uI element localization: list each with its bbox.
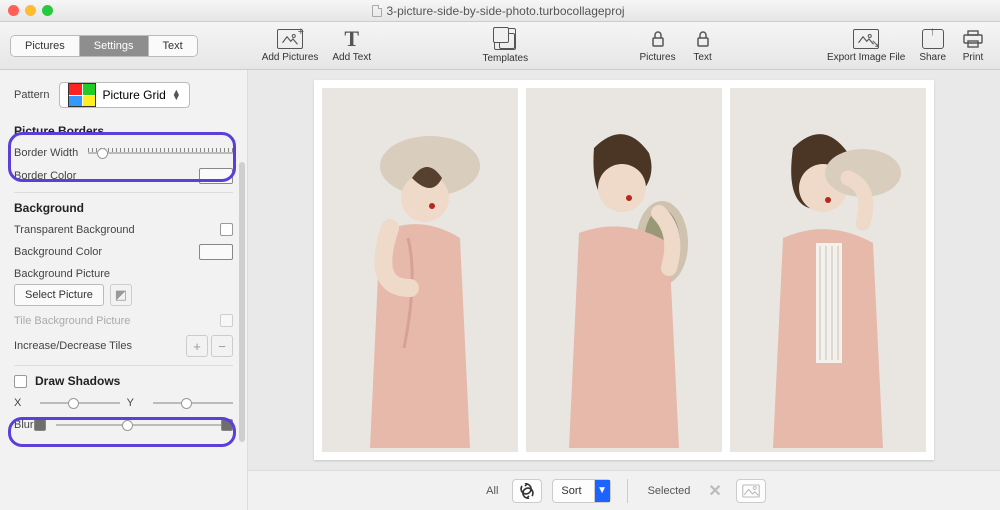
- filename-label: 3-picture-side-by-side-photo.turbocollag…: [386, 4, 624, 18]
- close-window-button[interactable]: [8, 5, 19, 16]
- canvas-area: All Sort ▼ Selected ✕: [248, 70, 1000, 510]
- shuffle-icon: [519, 483, 535, 499]
- pattern-grid-icon: [68, 83, 96, 107]
- footer-selected-label: Selected: [644, 485, 695, 497]
- tile-bg-label: Tile Background Picture: [14, 315, 130, 327]
- shadow-to-swatch[interactable]: [221, 419, 233, 431]
- picture-borders-section: Picture Borders Border Width Border Colo…: [0, 118, 247, 450]
- window-titlebar: 3-picture-side-by-side-photo.turbocollag…: [0, 0, 1000, 22]
- chevron-updown-icon: ▲▼: [172, 90, 181, 100]
- minimize-window-button[interactable]: [25, 5, 36, 16]
- shadow-blur-slider[interactable]: [56, 418, 221, 432]
- border-width-slider[interactable]: [88, 146, 233, 160]
- templates-label: Templates: [483, 53, 529, 64]
- increase-tiles-button[interactable]: +: [186, 335, 208, 357]
- shadow-blur-thumb[interactable]: [122, 420, 133, 431]
- shadow-x-label: X: [14, 397, 24, 409]
- shadow-y-slider[interactable]: [153, 396, 233, 410]
- zoom-window-button[interactable]: [42, 5, 53, 16]
- lock-pictures-button[interactable]: Pictures: [635, 29, 679, 63]
- selected-thumbnail-button[interactable]: [736, 479, 766, 503]
- collage-preview[interactable]: [314, 80, 934, 460]
- image-icon: [742, 484, 760, 498]
- shuffle-button[interactable]: [512, 479, 542, 503]
- pattern-value: Picture Grid: [102, 88, 165, 102]
- crop-picture-button[interactable]: ◩: [110, 284, 132, 306]
- shadow-y-thumb[interactable]: [181, 398, 192, 409]
- add-text-button[interactable]: T Add Text: [328, 29, 375, 63]
- shadow-from-swatch[interactable]: [34, 419, 46, 431]
- toolbar: Pictures Settings Text Add Pictures T Ad…: [0, 22, 1000, 70]
- footer-all-label: All: [482, 485, 502, 497]
- window-title: 3-picture-side-by-side-photo.turbocollag…: [53, 4, 944, 18]
- export-label: Export Image File: [827, 52, 905, 63]
- transparent-bg-checkbox[interactable]: [220, 223, 233, 236]
- export-icon: [853, 29, 879, 49]
- bg-picture-label: Background Picture: [14, 268, 110, 280]
- sort-label: Sort: [553, 485, 589, 497]
- bg-color-swatch[interactable]: [199, 244, 233, 260]
- collage-cell-1[interactable]: [322, 88, 518, 452]
- templates-button[interactable]: Templates: [479, 28, 533, 64]
- lock-pictures-label: Pictures: [639, 52, 675, 63]
- inc-dec-tiles-label: Increase/Decrease Tiles: [14, 340, 132, 352]
- collage-cell-2[interactable]: [526, 88, 722, 452]
- lock-text-label: Text: [693, 52, 711, 63]
- border-color-swatch[interactable]: [199, 168, 233, 184]
- share-label: Share: [919, 52, 946, 63]
- transparent-bg-label: Transparent Background: [14, 224, 135, 236]
- add-text-label: Add Text: [332, 52, 371, 63]
- background-heading: Background: [14, 201, 233, 215]
- footer-separator: [627, 479, 628, 503]
- picture-borders-heading: Picture Borders: [14, 124, 233, 138]
- add-pictures-button[interactable]: Add Pictures: [258, 29, 323, 63]
- sidebar-tab-segmented[interactable]: Pictures Settings Text: [10, 35, 198, 57]
- collage-cell-3[interactable]: [730, 88, 926, 452]
- chevron-down-icon: ▼: [594, 480, 610, 502]
- draw-shadows-checkbox[interactable]: [14, 375, 27, 388]
- sort-dropdown[interactable]: Sort ▼: [552, 479, 610, 503]
- tab-settings[interactable]: Settings: [79, 36, 148, 56]
- main-area: Pattern Picture Grid ▲▼ Picture Borders …: [0, 70, 1000, 510]
- templates-icon: [494, 28, 516, 50]
- sidebar-scrollbar[interactable]: [239, 162, 245, 442]
- window-traffic-lights[interactable]: [8, 5, 53, 16]
- shadow-blur-label: Blur: [14, 419, 34, 431]
- select-picture-button[interactable]: Select Picture: [14, 284, 104, 306]
- share-icon: [922, 29, 944, 49]
- canvas-footer: All Sort ▼ Selected ✕: [248, 470, 1000, 510]
- clear-selection-button[interactable]: ✕: [704, 481, 725, 501]
- add-pictures-icon: [277, 29, 303, 49]
- bg-color-label: Background Color: [14, 246, 102, 258]
- document-icon: [372, 5, 382, 17]
- shadow-x-slider[interactable]: [40, 396, 120, 410]
- tile-bg-checkbox[interactable]: [220, 314, 233, 327]
- add-pictures-label: Add Pictures: [262, 52, 319, 63]
- shadow-x-thumb[interactable]: [68, 398, 79, 409]
- print-icon: [960, 29, 986, 49]
- share-button[interactable]: Share: [915, 29, 950, 63]
- decrease-tiles-button[interactable]: −: [211, 335, 233, 357]
- pattern-dropdown[interactable]: Picture Grid ▲▼: [59, 82, 189, 108]
- tab-text[interactable]: Text: [148, 36, 197, 56]
- print-label: Print: [963, 52, 984, 63]
- border-width-slider-thumb[interactable]: [97, 148, 108, 159]
- export-image-button[interactable]: Export Image File: [823, 29, 909, 63]
- shadow-y-label: Y: [127, 397, 137, 409]
- lock-text-icon: [690, 29, 716, 49]
- border-width-label: Border Width: [14, 147, 78, 159]
- print-button[interactable]: Print: [956, 29, 990, 63]
- pattern-section: Pattern Picture Grid ▲▼: [0, 70, 247, 118]
- pattern-label: Pattern: [14, 89, 49, 101]
- lock-pictures-icon: [645, 29, 671, 49]
- canvas-view[interactable]: [248, 70, 1000, 470]
- tab-pictures[interactable]: Pictures: [11, 36, 79, 56]
- settings-sidebar: Pattern Picture Grid ▲▼ Picture Borders …: [0, 70, 248, 510]
- lock-text-button[interactable]: Text: [686, 29, 720, 63]
- add-text-icon: T: [339, 29, 365, 49]
- draw-shadows-heading: Draw Shadows: [35, 374, 120, 388]
- border-color-label: Border Color: [14, 170, 76, 182]
